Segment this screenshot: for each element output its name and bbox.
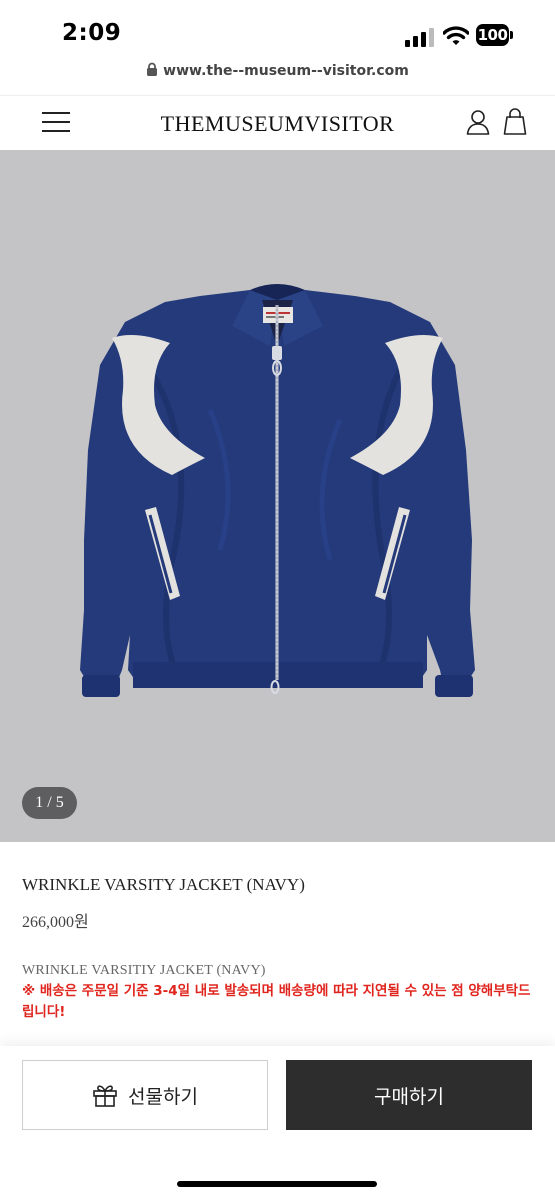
home-indicator[interactable] <box>177 1181 377 1187</box>
product-title: WRINKLE VARSITY JACKET (NAVY) <box>22 875 305 894</box>
site-header: THEMUSEUMVISITOR <box>0 95 555 150</box>
gift-icon <box>93 1085 117 1107</box>
url-text: www.the--museum--visitor.com <box>163 63 409 79</box>
gift-button-label: 선물하기 <box>128 1085 198 1108</box>
shopping-bag-icon[interactable] <box>503 107 527 135</box>
description-title: WRINKLE VARSITIY JACKET (NAVY) <box>22 963 266 978</box>
gift-button[interactable]: 선물하기 <box>22 1060 268 1130</box>
product-image-gallery[interactable]: 1 / 5 <box>0 150 555 842</box>
address-bar[interactable]: www.the--museum--visitor.com <box>0 62 555 88</box>
product-price: 266,000원 <box>22 914 89 931</box>
buy-button-label: 구매하기 <box>374 1085 444 1108</box>
buy-button[interactable]: 구매하기 <box>286 1060 532 1130</box>
battery-level: 100 <box>476 24 509 46</box>
battery-icon: 100 <box>476 24 514 48</box>
product-image <box>80 284 475 697</box>
status-bar: 2:09 100 <box>0 0 555 60</box>
cellular-signal-icon <box>405 28 434 47</box>
bottom-action-bar: 선물하기 구매하기 <box>0 1046 555 1200</box>
user-icon[interactable] <box>466 109 490 135</box>
image-pager[interactable]: 1 / 5 <box>22 787 77 819</box>
status-time: 2:09 <box>62 20 122 46</box>
lock-icon <box>147 62 158 76</box>
wifi-icon <box>443 26 469 45</box>
shipping-notice: ※ 배송은 주문일 기준 3-4일 내로 발송되며 배송량에 따라 지연될 수 … <box>22 983 531 1020</box>
